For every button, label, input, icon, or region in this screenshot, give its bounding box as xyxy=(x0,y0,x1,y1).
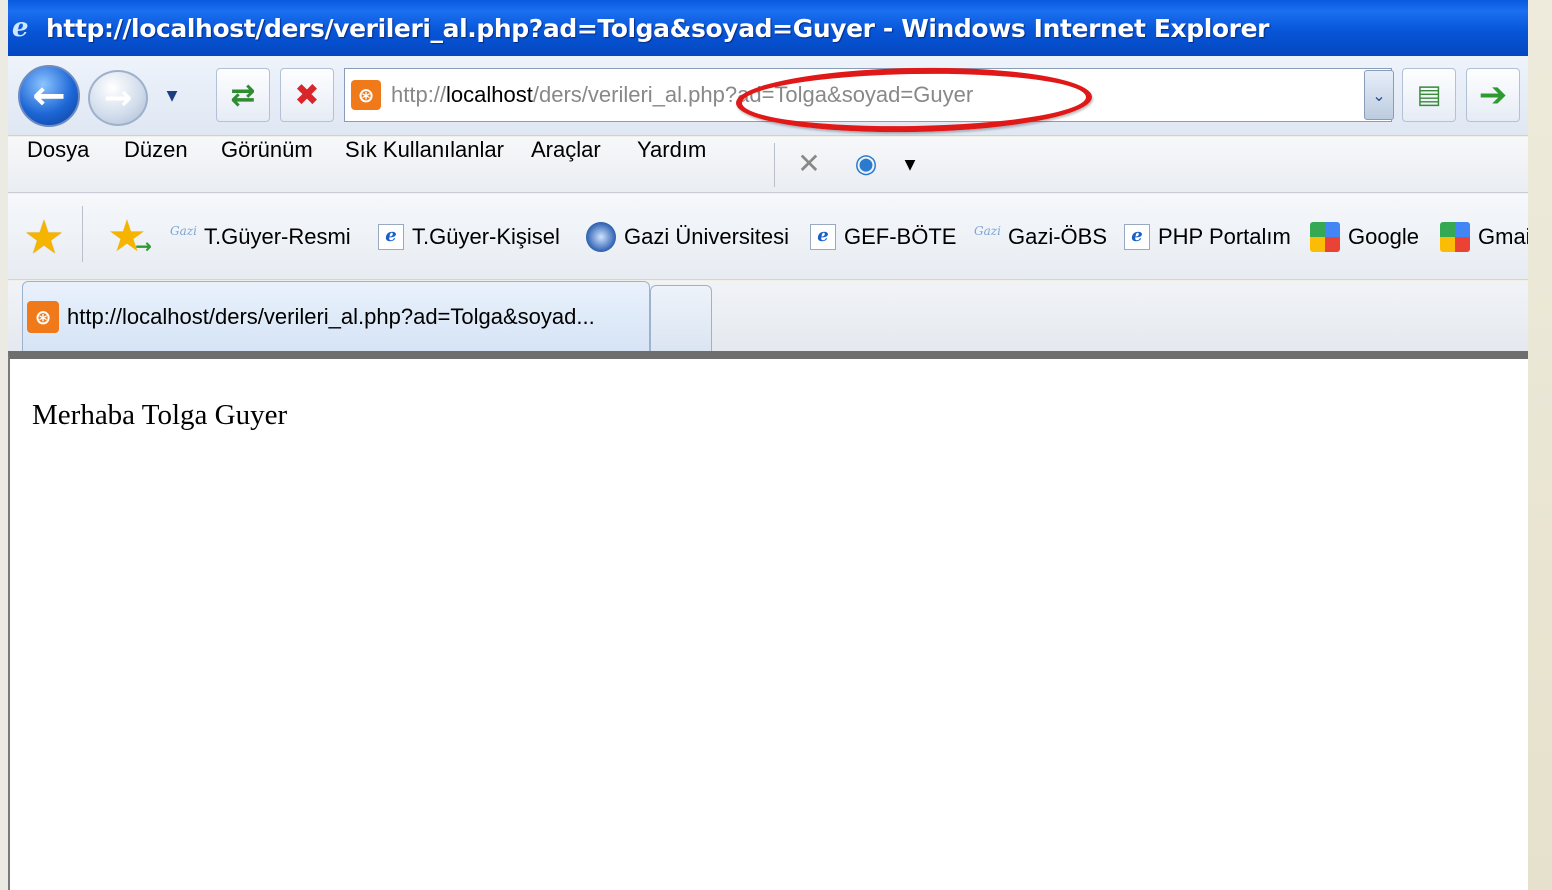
menu-dosya[interactable]: Dosya xyxy=(27,137,89,193)
back-arrow-icon: ← xyxy=(32,73,66,119)
favorite-link[interactable]: e GEF-BÖTE xyxy=(810,194,956,280)
favorite-link[interactable]: e T.Güyer-Kişisel xyxy=(378,194,560,280)
stop-button[interactable]: ✖ xyxy=(280,68,334,122)
menu-divider xyxy=(774,143,775,187)
compatibility-view-button[interactable]: ▤ xyxy=(1402,68,1456,122)
stop-icon: ✖ xyxy=(294,77,320,113)
go-button[interactable]: ➔ xyxy=(1466,68,1520,122)
favorite-link[interactable]: Gazi Gazi-ÖBS xyxy=(974,194,1107,280)
xampp-favicon-icon: ⊛ xyxy=(351,80,381,110)
address-dropdown-button[interactable]: ⌄ xyxy=(1364,70,1394,120)
favorites-divider xyxy=(82,206,83,262)
favorite-link[interactable]: Gazi T.Güyer-Resmi xyxy=(170,194,351,280)
refresh-button[interactable]: ⇄ xyxy=(216,68,270,122)
google-icon xyxy=(1440,222,1470,252)
favorite-link[interactable]: Google xyxy=(1310,194,1419,280)
tab-bar: ⊛ http://localhost/ders/verileri_al.php?… xyxy=(8,281,1528,351)
favorite-link[interactable]: Gmai xyxy=(1440,194,1528,280)
globe-icon xyxy=(586,222,616,252)
menu-araclar[interactable]: Araçlar xyxy=(531,137,601,193)
favorite-link[interactable]: e PHP Portalım xyxy=(1124,194,1291,280)
ie-logo-icon: e xyxy=(12,13,29,43)
favorites-star-icon[interactable]: ★ xyxy=(18,212,70,262)
menu-bar: Dosya Düzen Görünüm Sık Kullanılanlar Ar… xyxy=(8,137,1528,193)
gazi-icon: Gazi xyxy=(974,224,1001,238)
favorite-link[interactable]: Gazi Üniversitesi xyxy=(586,194,789,280)
page-body-text: Merhaba Tolga Guyer xyxy=(32,399,288,431)
chevron-down-icon: ⌄ xyxy=(1372,85,1386,105)
forward-button[interactable]: → xyxy=(88,70,148,126)
favorites-bar: ★ ★ → Gazi T.Güyer-Resmi e T.Güyer-Kişise… xyxy=(8,194,1528,280)
menu-duzen[interactable]: Düzen xyxy=(124,137,188,193)
ie-page-icon: e xyxy=(378,224,404,250)
slide-background xyxy=(1528,0,1552,890)
new-tab-button[interactable] xyxy=(650,285,712,351)
ie-page-icon: e xyxy=(1124,224,1150,250)
title-bar: e http://localhost/ders/verileri_al.php?… xyxy=(8,0,1528,56)
go-arrow-icon: ➔ xyxy=(1478,75,1508,115)
forward-arrow-icon: → xyxy=(103,78,133,118)
compatibility-view-icon: ▤ xyxy=(1416,80,1442,110)
menu-yardim[interactable]: Yardım xyxy=(637,137,706,193)
page-content: Merhaba Tolga Guyer xyxy=(8,351,1528,890)
menu-sik-kullanilanlar[interactable]: Sık Kullanılanlar xyxy=(345,137,504,193)
ie-page-icon: e xyxy=(810,224,836,250)
tab-active[interactable]: ⊛ http://localhost/ders/verileri_al.php?… xyxy=(22,281,650,351)
browser-window: e http://localhost/ders/verileri_al.php?… xyxy=(8,0,1528,890)
xampp-favicon-icon: ⊛ xyxy=(27,300,59,333)
menu-gorunum[interactable]: Görünüm xyxy=(221,137,313,193)
tab-label: http://localhost/ders/verileri_al.php?ad… xyxy=(67,303,595,329)
chevron-down-icon[interactable]: ▼ xyxy=(900,153,920,177)
add-to-favorites-icon[interactable]: ★ → xyxy=(102,212,152,262)
google-icon xyxy=(1310,222,1340,252)
window-title: http://localhost/ders/verileri_al.php?ad… xyxy=(46,13,1270,43)
gazi-icon: Gazi xyxy=(170,224,197,238)
recent-pages-dropdown[interactable]: ▼ xyxy=(162,86,182,106)
web-slice-icon[interactable]: ◉ xyxy=(848,147,884,181)
refresh-icon: ⇄ xyxy=(230,77,256,113)
close-toolbar-icon[interactable]: ✕ xyxy=(794,149,824,179)
back-button[interactable]: ← xyxy=(18,65,80,127)
